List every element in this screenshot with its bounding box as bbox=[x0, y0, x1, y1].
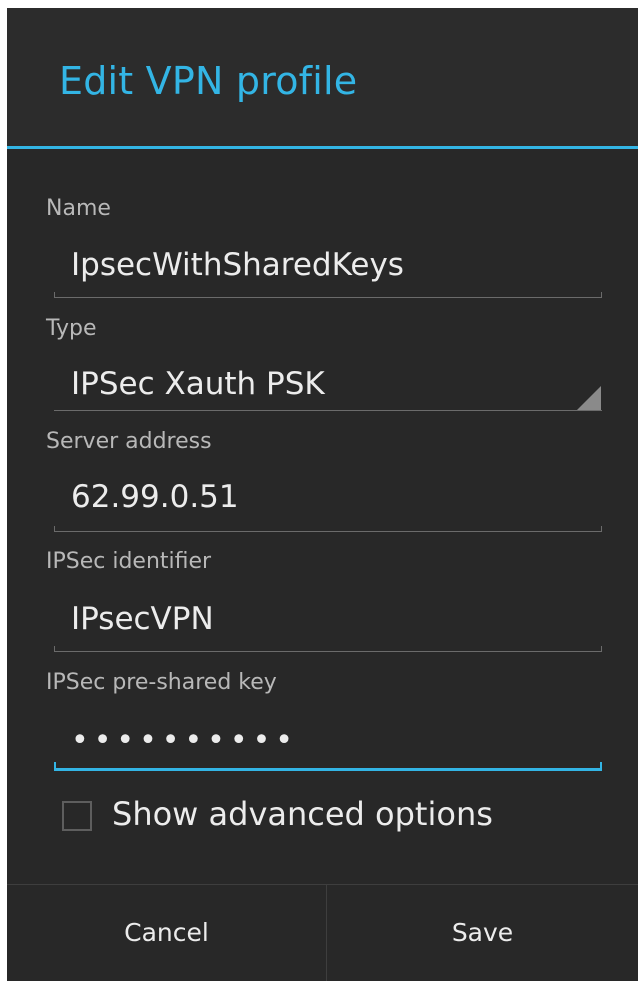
server-address-label: Server address bbox=[46, 429, 212, 454]
ipsec-identifier-underline bbox=[54, 644, 602, 652]
dialog-title: Edit VPN profile bbox=[59, 59, 358, 103]
ipsec-identifier-label: IPSec identifier bbox=[46, 549, 212, 574]
dialog-title-bar: Edit VPN profile bbox=[7, 8, 638, 148]
type-spinner[interactable]: IPSec Xauth PSK bbox=[71, 366, 325, 402]
server-address-underline bbox=[54, 524, 602, 532]
psk-input-underline-focused bbox=[54, 762, 602, 771]
save-button[interactable]: Save bbox=[327, 885, 638, 981]
show-advanced-checkbox[interactable] bbox=[62, 801, 92, 831]
edit-vpn-dialog: Edit VPN profile Name IpsecWithSharedKey… bbox=[7, 8, 638, 981]
name-input[interactable]: IpsecWithSharedKeys bbox=[71, 247, 404, 283]
ipsec-identifier-input[interactable]: IPsecVPN bbox=[71, 601, 214, 637]
dialog-button-bar: Cancel Save bbox=[7, 884, 638, 981]
type-label: Type bbox=[46, 316, 97, 341]
show-advanced-label[interactable]: Show advanced options bbox=[112, 795, 493, 833]
name-input-underline bbox=[54, 290, 602, 298]
cancel-button[interactable]: Cancel bbox=[7, 885, 326, 981]
title-divider bbox=[7, 146, 638, 149]
server-address-input[interactable]: 62.99.0.51 bbox=[71, 479, 239, 515]
name-label: Name bbox=[46, 196, 111, 221]
type-spinner-underline bbox=[54, 410, 602, 411]
psk-label: IPSec pre-shared key bbox=[46, 670, 277, 695]
psk-input[interactable]: •••••••••• bbox=[71, 723, 298, 758]
spinner-dropdown-icon[interactable] bbox=[577, 386, 601, 410]
